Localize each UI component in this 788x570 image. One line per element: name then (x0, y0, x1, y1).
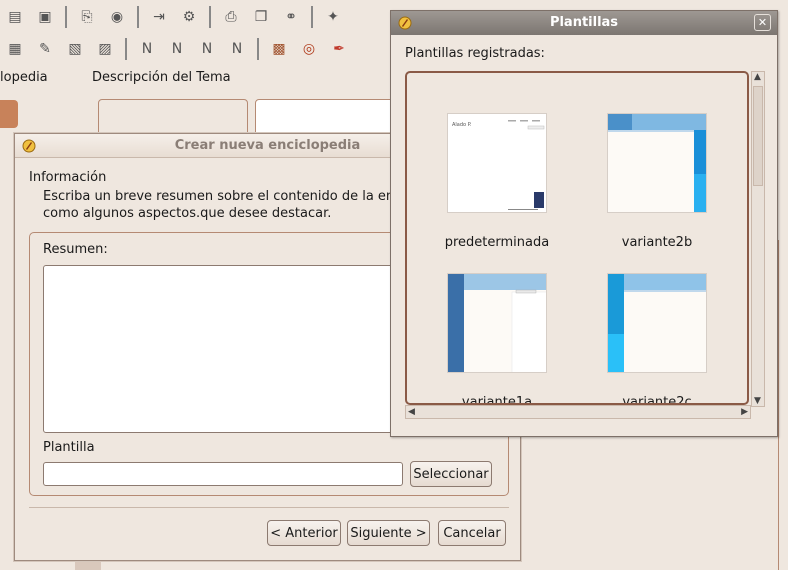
page-n-icon[interactable]: ▨ (94, 38, 116, 60)
anterior-button[interactable]: < Anterior (267, 520, 341, 546)
note-delete-icon[interactable]: N (226, 38, 248, 60)
scroll-right-icon[interactable]: ▶ (741, 407, 748, 417)
toolbar-separator (209, 6, 211, 28)
plantilla-input[interactable] (43, 462, 403, 486)
scroll-left-icon[interactable]: ◀ (408, 407, 415, 417)
plantilla-label: Plantilla (43, 440, 95, 455)
scroll-down-icon[interactable]: ▼ (754, 396, 761, 406)
template-caption-predeterminada: predeterminada (444, 235, 550, 250)
copy-icon[interactable]: ❐ (250, 6, 272, 28)
template-thumbnail-variante2c[interactable] (607, 273, 707, 373)
template-preview-variante1a (448, 274, 546, 372)
toolbar-row-2: ▦ ✎ ▧ ▨ N N N N ▩ ◎ ✒ (0, 32, 354, 66)
note-edit-icon[interactable]: N (166, 38, 188, 60)
note-list-icon[interactable]: N (196, 38, 218, 60)
image-icon[interactable]: ▩ (268, 38, 290, 60)
toolbar-separator (65, 6, 67, 28)
toolbar-separator (257, 38, 259, 60)
template-caption-variante2c: variante2c (622, 395, 692, 405)
new-page-icon[interactable]: ▦ (4, 38, 26, 60)
seleccionar-button[interactable]: Seleccionar (410, 461, 492, 487)
save-icon[interactable]: ▣ (34, 6, 56, 28)
templates-vertical-scrollbar[interactable]: ▲ ▼ (751, 71, 765, 407)
svg-text:Alado P.: Alado P. (452, 122, 472, 128)
note-icon[interactable]: N (136, 38, 158, 60)
vertical-scroll-thumb[interactable] (753, 86, 763, 186)
tab-enciclopedia[interactable]: lopedia (0, 70, 48, 85)
template-thumbnail-variante2b[interactable] (607, 113, 707, 213)
registered-label: Plantillas registradas: (405, 46, 545, 61)
template-caption-variante2b: variante2b (621, 235, 693, 250)
plantillas-title: Plantillas (549, 15, 619, 30)
compass-icon[interactable]: ◉ (106, 6, 128, 28)
template-preview-variante2c (608, 274, 706, 372)
cancelar-button[interactable]: Cancelar (438, 520, 506, 546)
plantillas-window: Plantillas ✕ Plantillas registradas: Ala… (390, 10, 778, 437)
puzzle-icon[interactable]: ⎘ (76, 6, 98, 28)
document-icon[interactable]: ▤ (4, 6, 26, 28)
resumen-label: Resumen: (43, 242, 108, 257)
print-icon[interactable]: ⎙ (220, 6, 242, 28)
link-icon[interactable]: ⚭ (280, 6, 302, 28)
siguiente-label: Siguiente > (350, 525, 427, 541)
template-thumbnail-variante1a[interactable] (447, 273, 547, 373)
close-icon[interactable]: ✕ (754, 14, 771, 31)
exit-icon[interactable]: ⇥ (148, 6, 170, 28)
background-side-panel (778, 240, 788, 570)
page-add-icon[interactable]: ▧ (64, 38, 86, 60)
siguiente-button[interactable]: Siguiente > (347, 520, 430, 546)
anterior-label: < Anterior (270, 525, 338, 541)
info-heading: Información (29, 170, 107, 185)
toolbar-separator (137, 6, 139, 28)
plugin-icon[interactable]: ✦ (322, 6, 344, 28)
cancelar-label: Cancelar (443, 525, 501, 541)
seleccionar-label: Seleccionar (413, 466, 489, 482)
toolbar-separator (311, 6, 313, 28)
scroll-up-icon[interactable]: ▲ (754, 72, 761, 82)
eye-icon[interactable]: ◎ (298, 38, 320, 60)
background-tabs: lopedia Descripción del Tema (0, 66, 400, 90)
tab-descripcion-tema[interactable]: Descripción del Tema (92, 70, 231, 85)
edit-page-icon[interactable]: ✎ (34, 38, 56, 60)
template-thumbnail-predeterminada[interactable]: Alado P. (447, 113, 547, 213)
template-caption-variante1a: variante1a (461, 395, 533, 405)
toolbar-row-1: ▤ ▣ ⎘ ◉ ⇥ ⚙ ⎙ ❐ ⚭ ✦ (0, 0, 348, 34)
sidebar-toggle-button[interactable] (0, 100, 18, 128)
feather-icon[interactable]: ✒ (328, 38, 350, 60)
template-preview-variante2b (608, 114, 706, 212)
gear-icon[interactable]: ⚙ (178, 6, 200, 28)
plantillas-title-bar[interactable]: Plantillas ✕ (391, 11, 777, 35)
templates-grid: Alado P. predeterminada variante2b varia… (405, 71, 749, 405)
dialog-separator (29, 507, 509, 508)
templates-horizontal-scrollbar[interactable]: ◀ ▶ (405, 405, 751, 419)
toolbar-separator (125, 38, 127, 60)
template-preview-predeterminada: Alado P. (448, 114, 546, 212)
